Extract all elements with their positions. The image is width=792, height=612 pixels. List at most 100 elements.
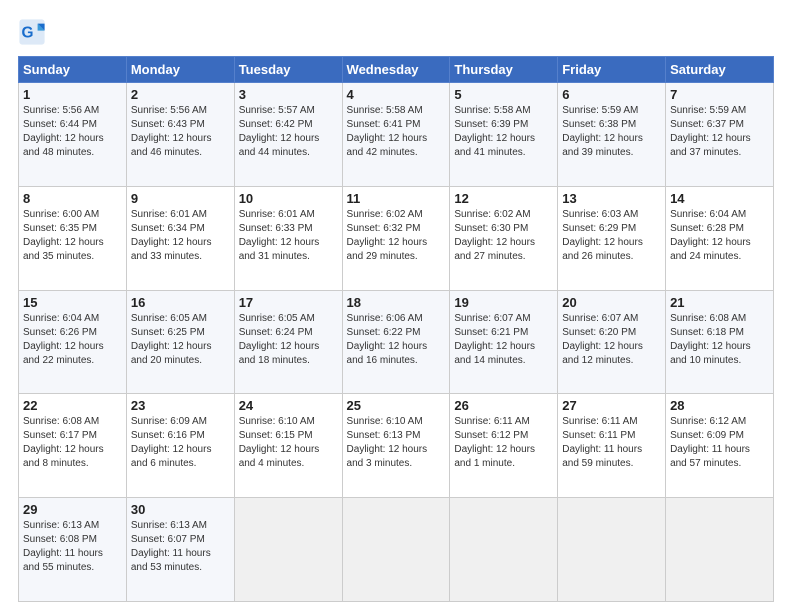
svg-text:G: G [22, 25, 34, 42]
day-info: Sunrise: 6:05 AM Sunset: 6:25 PM Dayligh… [131, 312, 230, 368]
day-number: 14 [670, 191, 769, 206]
day-number: 4 [347, 87, 446, 102]
table-row: 25 Sunrise: 6:10 AM Sunset: 6:13 PM Dayli… [342, 394, 450, 498]
day-number: 24 [239, 398, 338, 413]
day-number: 6 [562, 87, 661, 102]
calendar-row: 1 Sunrise: 5:56 AM Sunset: 6:44 PM Daylig… [19, 83, 774, 187]
day-number: 20 [562, 295, 661, 310]
day-info: Sunrise: 6:10 AM Sunset: 6:15 PM Dayligh… [239, 415, 338, 471]
day-number: 17 [239, 295, 338, 310]
table-row: 11 Sunrise: 6:02 AM Sunset: 6:32 PM Dayli… [342, 186, 450, 290]
table-row: 20 Sunrise: 6:07 AM Sunset: 6:20 PM Dayli… [558, 290, 666, 394]
day-info: Sunrise: 5:56 AM Sunset: 6:44 PM Dayligh… [23, 104, 122, 160]
table-row: 1 Sunrise: 5:56 AM Sunset: 6:44 PM Daylig… [19, 83, 127, 187]
day-number: 25 [347, 398, 446, 413]
table-row: 12Sunrise: 6:02 AM Sunset: 6:30 PM Dayli… [450, 186, 558, 290]
col-friday: Friday [558, 57, 666, 83]
day-info: Sunrise: 6:10 AM Sunset: 6:13 PM Dayligh… [347, 415, 446, 471]
day-number: 28 [670, 398, 769, 413]
day-info: Sunrise: 6:00 AM Sunset: 6:35 PM Dayligh… [23, 208, 122, 264]
day-number: 21 [670, 295, 769, 310]
table-row: 24 Sunrise: 6:10 AM Sunset: 6:15 PM Dayli… [234, 394, 342, 498]
col-wednesday: Wednesday [342, 57, 450, 83]
day-number: 5 [454, 87, 553, 102]
table-row: 6Sunrise: 5:59 AM Sunset: 6:38 PM Daylig… [558, 83, 666, 187]
day-number: 15 [23, 295, 122, 310]
table-row: 2Sunrise: 5:56 AM Sunset: 6:43 PM Daylig… [126, 83, 234, 187]
day-info: Sunrise: 5:58 AM Sunset: 6:41 PM Dayligh… [347, 104, 446, 160]
table-row: 14 Sunrise: 6:04 AM Sunset: 6:28 PM Dayli… [666, 186, 774, 290]
table-row: 18Sunrise: 6:06 AM Sunset: 6:22 PM Dayli… [342, 290, 450, 394]
table-row: 23 Sunrise: 6:09 AM Sunset: 6:16 PM Dayli… [126, 394, 234, 498]
table-row: 17 Sunrise: 6:05 AM Sunset: 6:24 PM Dayli… [234, 290, 342, 394]
day-info: Sunrise: 6:01 AM Sunset: 6:33 PM Dayligh… [239, 208, 338, 264]
table-row: 4 Sunrise: 5:58 AM Sunset: 6:41 PM Daylig… [342, 83, 450, 187]
day-number: 1 [23, 87, 122, 102]
day-info: Sunrise: 6:08 AM Sunset: 6:17 PM Dayligh… [23, 415, 122, 471]
day-number: 7 [670, 87, 769, 102]
table-row: 29 Sunrise: 6:13 AM Sunset: 6:08 PM Dayli… [19, 498, 127, 602]
day-number: 10 [239, 191, 338, 206]
day-info: Sunrise: 5:59 AM Sunset: 6:37 PM Dayligh… [670, 104, 769, 160]
table-row: 21 Sunrise: 6:08 AM Sunset: 6:18 PM Dayli… [666, 290, 774, 394]
table-row: 8 Sunrise: 6:00 AM Sunset: 6:35 PM Daylig… [19, 186, 127, 290]
day-info: Sunrise: 6:08 AM Sunset: 6:18 PM Dayligh… [670, 312, 769, 368]
day-info: Sunrise: 5:58 AM Sunset: 6:39 PM Dayligh… [454, 104, 553, 160]
day-number: 9 [131, 191, 230, 206]
day-info: Sunrise: 6:09 AM Sunset: 6:16 PM Dayligh… [131, 415, 230, 471]
table-row: 3Sunrise: 5:57 AM Sunset: 6:42 PM Daylig… [234, 83, 342, 187]
day-info: Sunrise: 6:11 AM Sunset: 6:12 PM Dayligh… [454, 415, 553, 471]
day-number: 29 [23, 502, 122, 517]
day-info: Sunrise: 6:04 AM Sunset: 6:28 PM Dayligh… [670, 208, 769, 264]
table-row: 9 Sunrise: 6:01 AM Sunset: 6:34 PM Daylig… [126, 186, 234, 290]
day-info: Sunrise: 6:02 AM Sunset: 6:32 PM Dayligh… [347, 208, 446, 264]
day-number: 23 [131, 398, 230, 413]
day-info: Sunrise: 6:07 AM Sunset: 6:20 PM Dayligh… [562, 312, 661, 368]
day-number: 2 [131, 87, 230, 102]
table-row [666, 498, 774, 602]
table-row: 22 Sunrise: 6:08 AM Sunset: 6:17 PM Dayli… [19, 394, 127, 498]
table-row: 26 Sunrise: 6:11 AM Sunset: 6:12 PM Dayli… [450, 394, 558, 498]
day-info: Sunrise: 6:01 AM Sunset: 6:34 PM Dayligh… [131, 208, 230, 264]
table-row: 7 Sunrise: 5:59 AM Sunset: 6:37 PM Daylig… [666, 83, 774, 187]
table-row: 19 Sunrise: 6:07 AM Sunset: 6:21 PM Dayli… [450, 290, 558, 394]
day-number: 8 [23, 191, 122, 206]
day-info: Sunrise: 6:02 AM Sunset: 6:30 PM Dayligh… [454, 208, 553, 264]
table-row [342, 498, 450, 602]
table-row: 10 Sunrise: 6:01 AM Sunset: 6:33 PM Dayli… [234, 186, 342, 290]
table-row: 16 Sunrise: 6:05 AM Sunset: 6:25 PM Dayli… [126, 290, 234, 394]
day-number: 16 [131, 295, 230, 310]
calendar-header-row: Sunday Monday Tuesday Wednesday Thursday… [19, 57, 774, 83]
day-info: Sunrise: 6:11 AM Sunset: 6:11 PM Dayligh… [562, 415, 661, 471]
col-sunday: Sunday [19, 57, 127, 83]
table-row [234, 498, 342, 602]
day-number: 26 [454, 398, 553, 413]
col-saturday: Saturday [666, 57, 774, 83]
day-number: 22 [23, 398, 122, 413]
day-number: 13 [562, 191, 661, 206]
day-info: Sunrise: 6:12 AM Sunset: 6:09 PM Dayligh… [670, 415, 769, 471]
calendar-table: Sunday Monday Tuesday Wednesday Thursday… [18, 56, 774, 602]
table-row: 28 Sunrise: 6:12 AM Sunset: 6:09 PM Dayli… [666, 394, 774, 498]
day-info: Sunrise: 6:03 AM Sunset: 6:29 PM Dayligh… [562, 208, 661, 264]
day-number: 27 [562, 398, 661, 413]
table-row [450, 498, 558, 602]
day-info: Sunrise: 6:07 AM Sunset: 6:21 PM Dayligh… [454, 312, 553, 368]
logo-icon: G [18, 18, 46, 46]
calendar-row: 8 Sunrise: 6:00 AM Sunset: 6:35 PM Daylig… [19, 186, 774, 290]
day-info: Sunrise: 6:05 AM Sunset: 6:24 PM Dayligh… [239, 312, 338, 368]
table-row [558, 498, 666, 602]
col-tuesday: Tuesday [234, 57, 342, 83]
day-info: Sunrise: 6:13 AM Sunset: 6:07 PM Dayligh… [131, 519, 230, 575]
day-info: Sunrise: 6:13 AM Sunset: 6:08 PM Dayligh… [23, 519, 122, 575]
calendar-row: 15 Sunrise: 6:04 AM Sunset: 6:26 PM Dayli… [19, 290, 774, 394]
day-number: 18 [347, 295, 446, 310]
logo: G [18, 18, 50, 46]
day-number: 11 [347, 191, 446, 206]
table-row: 15 Sunrise: 6:04 AM Sunset: 6:26 PM Dayli… [19, 290, 127, 394]
day-number: 30 [131, 502, 230, 517]
page-header: G [18, 18, 774, 46]
day-info: Sunrise: 6:04 AM Sunset: 6:26 PM Dayligh… [23, 312, 122, 368]
table-row: 13 Sunrise: 6:03 AM Sunset: 6:29 PM Dayli… [558, 186, 666, 290]
day-number: 19 [454, 295, 553, 310]
